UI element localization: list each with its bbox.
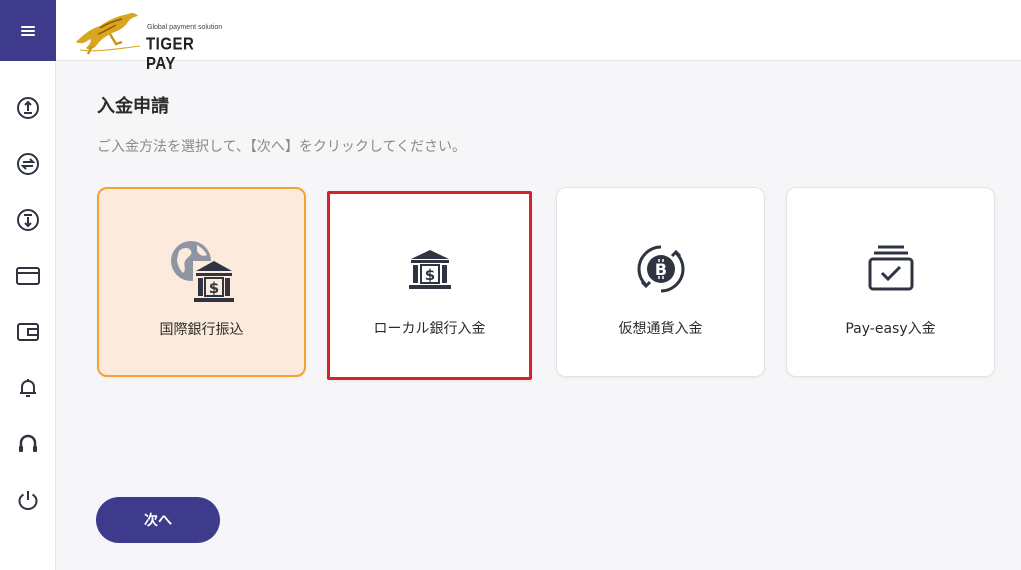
brand-tagline: Global payment solution	[147, 24, 223, 31]
globe-bank-icon: $	[170, 241, 235, 305]
sidebar-item-wallet[interactable]	[0, 312, 56, 352]
app-root: Global payment solution TIGER PAY 入金申請 ご…	[0, 0, 1021, 570]
sidebar-item-card[interactable]	[0, 256, 56, 296]
bank-icon: $	[408, 250, 451, 289]
svg-text:$: $	[424, 266, 434, 284]
bitcoin-icon: B	[636, 245, 685, 293]
tiger-logo-icon	[76, 12, 141, 55]
page-description: ご入金方法を選択して、【次へ】をクリックしてください。	[97, 139, 467, 155]
withdraw-icon	[17, 209, 39, 231]
sidebar-item-logout[interactable]	[0, 480, 56, 520]
check-tray-icon	[868, 245, 913, 291]
brand-logo[interactable]: Global payment solution TIGER PAY	[70, 6, 223, 74]
option-crypto-deposit[interactable]: B 仮想通貨入金	[556, 187, 765, 377]
main-content: 入金申請 ご入金方法を選択して、【次へ】をクリックしてください。 $ 国際銀行振…	[57, 62, 1021, 570]
option-label: ローカル銀行入金	[373, 321, 486, 337]
bell-icon	[20, 379, 36, 397]
card-icon	[16, 267, 40, 285]
option-label: 仮想通貨入金	[618, 321, 703, 337]
page-title: 入金申請	[97, 96, 169, 117]
menu-button[interactable]	[0, 0, 56, 61]
top-header: Global payment solution TIGER PAY	[0, 0, 1021, 74]
svg-text:$: $	[208, 279, 218, 297]
power-icon	[18, 491, 38, 511]
transfer-icon	[17, 153, 39, 175]
sidebar-item-deposit[interactable]	[0, 88, 56, 128]
option-international-bank-transfer[interactable]: $ 国際銀行振込	[97, 187, 306, 377]
option-label: 国際銀行振込	[159, 322, 244, 338]
svg-text:B: B	[654, 260, 666, 279]
headset-icon	[19, 434, 37, 452]
menu-icon	[21, 25, 35, 36]
option-label: Pay-easy入金	[845, 321, 936, 337]
sidebar	[0, 61, 56, 570]
sidebar-item-notifications[interactable]	[0, 368, 56, 408]
wallet-icon	[17, 323, 39, 341]
sidebar-item-withdraw[interactable]	[0, 200, 56, 240]
option-local-bank-deposit[interactable]: $ ローカル銀行入金	[327, 191, 532, 380]
next-button[interactable]: 次へ	[96, 497, 220, 543]
sidebar-item-support[interactable]	[0, 424, 56, 464]
deposit-icon	[17, 97, 39, 119]
option-pay-easy[interactable]: Pay-easy入金	[786, 187, 995, 377]
sidebar-item-transfer[interactable]	[0, 144, 56, 184]
